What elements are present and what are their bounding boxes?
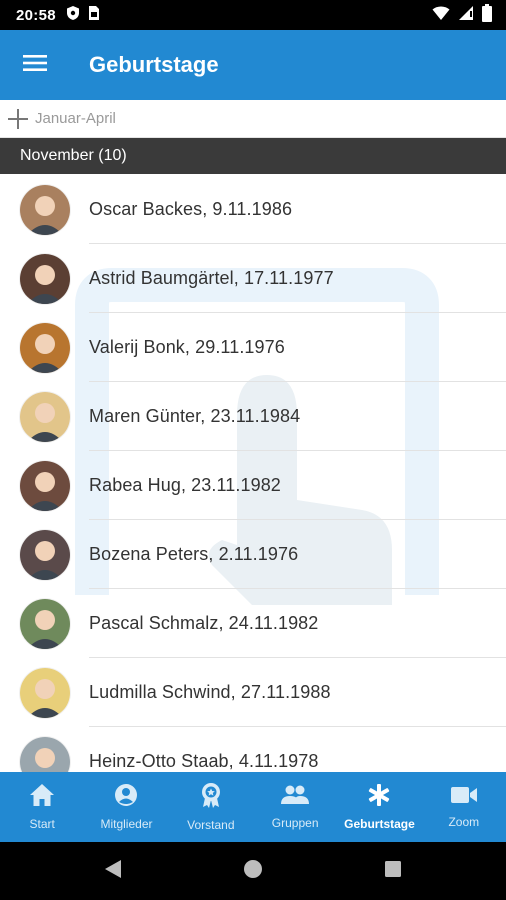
system-navigation <box>0 842 506 900</box>
avatar <box>20 529 70 580</box>
bottom-navigation: Start Mitglieder Vorstand Gruppen Geburt… <box>0 772 506 842</box>
recents-button[interactable] <box>323 842 463 900</box>
nav-start[interactable]: Start <box>0 772 84 842</box>
list-item[interactable]: Pascal Schmalz, 24.11.1982 <box>0 589 506 658</box>
nav-geburtstage[interactable]: Geburtstage <box>337 772 421 842</box>
menu-button[interactable] <box>0 30 70 100</box>
birthday-entry-text: Ludmilla Schwind, 27.11.1988 <box>89 682 331 702</box>
list-item[interactable]: Astrid Baumgärtel, 17.11.1977 <box>0 244 506 313</box>
hamburger-icon <box>23 54 47 77</box>
list-item[interactable]: Heinz-Otto Staab, 4.11.1978 <box>0 727 506 772</box>
nav-gruppen[interactable]: Gruppen <box>253 772 337 842</box>
birthday-entry-text: Pascal Schmalz, 24.11.1982 <box>89 613 319 633</box>
list-item[interactable]: Ludmilla Schwind, 27.11.1988 <box>0 658 506 727</box>
home-circle-icon <box>243 859 263 884</box>
avatar <box>20 184 70 235</box>
nav-zoom[interactable]: Zoom <box>422 772 506 842</box>
page-title: Geburtstage <box>89 52 219 77</box>
app-bar: Geburtstage <box>0 30 506 100</box>
list-item[interactable]: Oscar Backes, 9.11.1986 <box>0 175 506 244</box>
avatar <box>20 598 70 649</box>
nav-mitglieder-label: Mitglieder <box>100 817 153 831</box>
signal-icon <box>458 5 474 26</box>
birthday-entry-text: Bozena Peters, 2.11.1976 <box>89 544 299 564</box>
birthday-entry-text: Rabea Hug, 23.11.1982 <box>89 475 281 495</box>
nav-gruppen-label: Gruppen <box>271 816 319 830</box>
group-icon <box>280 784 310 811</box>
person-icon <box>114 783 138 812</box>
list-item[interactable]: Maren Günter, 23.11.1984 <box>0 382 506 451</box>
nav-vorstand[interactable]: Vorstand <box>169 772 253 842</box>
nav-mitglieder[interactable]: Mitglieder <box>84 772 168 842</box>
sim-card-icon <box>88 5 100 26</box>
avatar <box>20 322 70 373</box>
birthday-entry-text: Astrid Baumgärtel, 17.11.1977 <box>89 268 334 288</box>
home-button[interactable] <box>183 842 323 900</box>
birthday-entry-text: Oscar Backes, 9.11.1986 <box>89 199 293 219</box>
month-header-label: November (10) <box>20 147 127 164</box>
list-item[interactable]: Bozena Peters, 2.11.1976 <box>0 520 506 589</box>
nav-zoom-label: Zoom <box>448 815 480 829</box>
wifi-icon <box>432 5 450 26</box>
status-time: 20:58 <box>16 6 56 24</box>
avatar <box>20 253 70 304</box>
shield-icon <box>66 5 80 26</box>
avatar <box>20 391 70 442</box>
range-toggle-label: Januar-April <box>35 110 116 127</box>
status-bar: 20:58 <box>0 0 506 30</box>
back-button[interactable] <box>43 842 183 900</box>
range-toggle[interactable]: Januar-April <box>0 100 506 138</box>
nav-geburtstage-label: Geburtstage <box>344 817 415 831</box>
list-item[interactable]: Rabea Hug, 23.11.1982 <box>0 451 506 520</box>
asterisk-icon <box>367 783 391 812</box>
birthday-list[interactable]: Oscar Backes, 9.11.1986 Astrid Baumgärtel… <box>0 175 506 772</box>
birthday-entry-text: Maren Günter, 23.11.1984 <box>89 406 301 426</box>
back-triangle-icon <box>104 859 122 884</box>
nav-vorstand-label: Vorstand <box>187 818 235 832</box>
avatar <box>20 460 70 511</box>
birthday-entry-text: Heinz-Otto Staab, 4.11.1978 <box>89 751 319 771</box>
avatar <box>20 667 70 718</box>
avatar <box>20 736 70 772</box>
award-icon <box>199 782 223 813</box>
nav-start-label: Start <box>29 817 55 831</box>
video-icon <box>450 785 478 810</box>
battery-icon <box>482 3 492 27</box>
list-item[interactable]: Valerij Bonk, 29.11.1976 <box>0 313 506 382</box>
home-icon <box>29 783 55 812</box>
recents-square-icon <box>384 860 402 883</box>
month-header: November (10) <box>0 138 506 174</box>
birthday-entry-text: Valerij Bonk, 29.11.1976 <box>89 337 285 357</box>
plus-icon <box>7 108 29 130</box>
